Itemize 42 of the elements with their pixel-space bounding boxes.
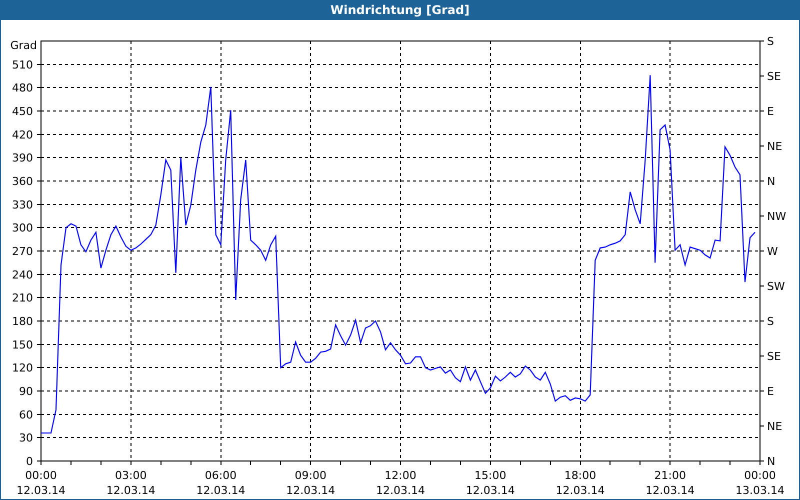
axis-label: S <box>767 35 774 48</box>
axis-label: 90 <box>19 385 33 398</box>
axis-title: Grad <box>10 39 37 52</box>
axis-label: 30 <box>19 432 33 445</box>
axis-label: 18:00 12.03.14 <box>556 469 605 497</box>
axis-label: 240 <box>12 268 33 282</box>
axis-label: S <box>767 315 774 328</box>
axis-label: 450 <box>12 105 33 118</box>
axis-label: NE <box>767 420 782 433</box>
axis-label: 510 <box>12 58 33 72</box>
window-title: Windrichtung [Grad] <box>330 3 470 17</box>
axis-label: 06:00 12.03.14 <box>196 469 246 497</box>
axis-label: 330 <box>12 198 33 212</box>
axis-label: N <box>767 455 776 468</box>
axis-label: SW <box>767 280 785 293</box>
axis-label: E <box>767 385 774 398</box>
axis-label: 270 <box>12 245 33 258</box>
axis-label: SE <box>767 70 781 83</box>
axis-label: NE <box>767 140 782 153</box>
axis-label: 03:00 12.03.14 <box>106 469 156 497</box>
axis-label: 390 <box>12 152 33 165</box>
axis-label: 09:00 12.03.14 <box>286 469 336 497</box>
axis-label: 00:00 13.03.14 <box>736 469 784 497</box>
axis-label: NW <box>767 210 786 223</box>
axis-label: 180 <box>12 315 33 328</box>
axis-label: 0 <box>26 455 33 468</box>
axis-label: 21:00 12.03.14 <box>646 469 695 497</box>
axis-label: 00:00 12.03.14 <box>16 469 66 497</box>
axis-label: 120 <box>12 362 33 375</box>
axis-label: 150 <box>12 338 33 352</box>
axis-label: 12:00 12.03.14 <box>376 469 425 497</box>
axis-label: 360 <box>12 175 33 188</box>
axis-label: 300 <box>12 222 33 235</box>
axis-label: 480 <box>12 82 33 95</box>
axis-label: W <box>767 245 778 258</box>
axis-label: 210 <box>12 292 33 305</box>
axis-label: N <box>767 175 776 188</box>
axis-label: 60 <box>19 408 33 422</box>
axis-label: E <box>767 105 774 118</box>
axis-label: 420 <box>12 128 33 142</box>
axis-label: 15:00 12.03.14 <box>466 469 515 497</box>
axis-label: SE <box>767 350 781 363</box>
